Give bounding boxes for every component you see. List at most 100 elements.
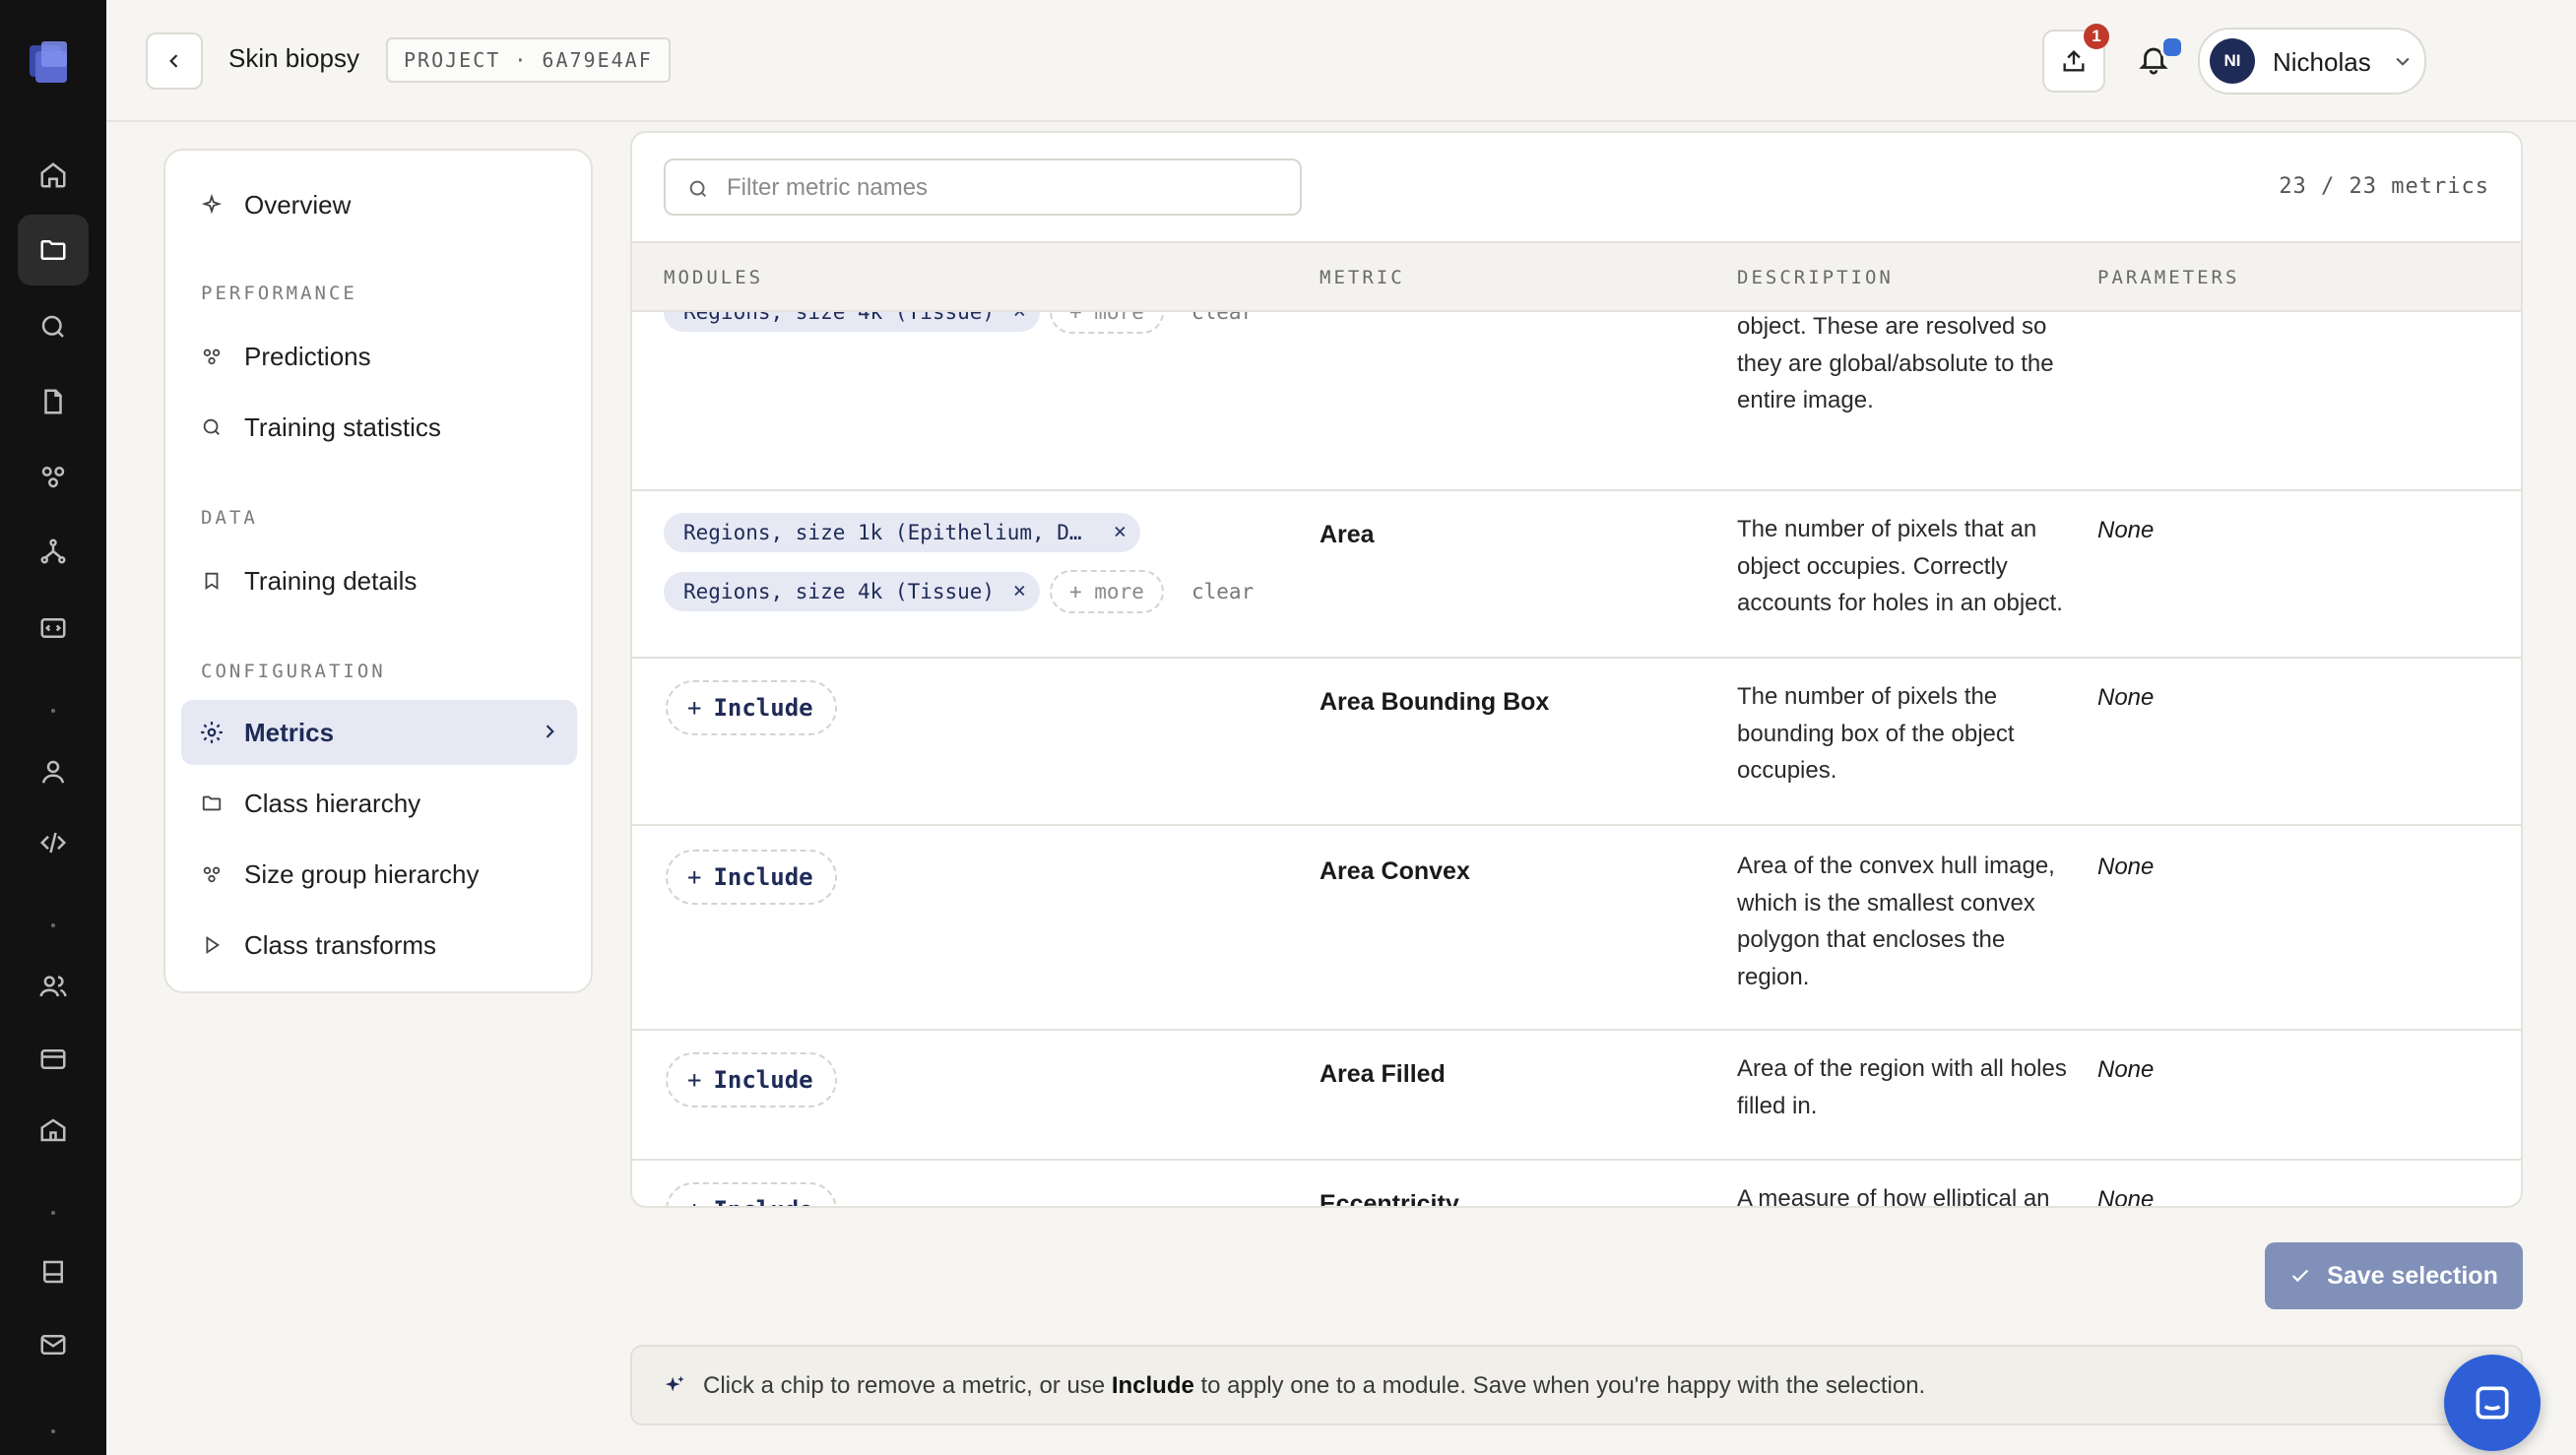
share-nodes-icon[interactable] [18,441,89,512]
bank-icon[interactable] [18,1095,89,1166]
user-menu[interactable]: NI Nicholas [2198,28,2426,95]
share-nodes-icon [199,863,225,885]
app-logo[interactable] [26,37,77,89]
nav-item-label: Size group hierarchy [244,858,480,889]
nav-item-predictions[interactable]: Predictions [181,324,577,389]
home-icon[interactable] [18,140,89,211]
chevron-down-icon [2393,51,2413,71]
metric-description: A measure of how elliptical an object is… [1737,1185,2050,1208]
code-icon[interactable] [18,807,89,878]
rail-divider [51,1429,55,1433]
nav-item-training-details[interactable]: Training details [181,548,577,613]
column-header-parameters[interactable]: PARAMETERS [2097,267,2239,288]
hint-text: Click a chip to remove a metric, or use … [703,1372,1926,1399]
gear-icon [199,720,225,745]
metric-description: Area of the region with all holes filled… [1737,1055,2067,1119]
clear-button[interactable]: clear [1191,580,1254,603]
metric-description: The number of pixels the bounding box of… [1737,683,2015,784]
filter-input[interactable] [725,166,1280,210]
table-row: + Include Area Filled Area of the region … [632,1029,2521,1161]
more-chips-button[interactable]: + more [1050,570,1164,613]
share-nodes-icon [199,346,225,367]
include-button[interactable]: +Include [666,1052,837,1107]
play-icon [199,934,225,956]
table-row: +Include Eccentricity A measure of how e… [632,1159,2521,1208]
metric-parameters: None [2097,1056,2155,1083]
project-id-badge: PROJECT · 6A79E4AF [386,37,671,83]
column-header-description[interactable]: DESCRIPTION [1737,267,1894,288]
upload-icon [2063,50,2085,72]
module-chip[interactable]: Regions, size 1k (Epithelium, D… × [664,513,1140,552]
nav-item-label: Metrics [244,717,335,747]
folder-icon[interactable] [18,215,89,285]
nav-section-configuration: CONFIGURATION [201,661,386,682]
search-icon[interactable] [18,291,89,362]
search-icon [689,180,707,198]
chat-icon [2476,1386,2509,1420]
include-button[interactable]: +Include [666,1182,837,1206]
close-icon[interactable]: × [1013,312,1026,332]
module-chip[interactable]: Regions, size 4k (Tissue) × [664,572,1040,611]
check-icon [2291,1269,2309,1283]
metric-description: The number of pixels that an object occu… [1737,516,2063,616]
close-icon[interactable]: × [1114,513,1127,552]
person-icon[interactable] [18,736,89,807]
save-selection-button[interactable]: Save selection [2265,1242,2523,1309]
project-title: Skin biopsy [228,43,359,73]
include-button[interactable]: +Include [666,680,837,735]
rail-divider [51,1211,55,1215]
metric-parameters: None [2097,684,2155,711]
module-chip[interactable]: Regions, size 4k (Tissue) × [664,312,1040,332]
chevron-left-icon [169,54,178,68]
metric-parameters: None [2097,517,2155,543]
nav-item-training-statistics[interactable]: Training statistics [181,395,577,460]
metrics-table-card: 23 / 23 metrics MODULES METRIC DESCRIPTI… [630,131,2523,1208]
nav-item-class-transforms[interactable]: Class transforms [181,913,577,978]
close-icon[interactable]: × [1013,572,1026,611]
folder-icon [199,792,225,814]
avatar: NI [2210,38,2255,84]
metric-name: Eccentricity [1320,1190,1459,1208]
nav-item-size-group-hierarchy[interactable]: Size group hierarchy [181,842,577,907]
nav-item-label: Predictions [244,341,371,371]
code-window-icon[interactable] [18,593,89,664]
nav-section-data: DATA [201,507,258,529]
chat-launcher-button[interactable] [2444,1355,2541,1451]
nav-item-metrics[interactable]: Metrics [181,700,577,765]
sparkle-icon [199,194,225,216]
table-body[interactable]: Regions, size 4k (Tissue) × + more clear… [632,312,2521,1208]
more-chips-button[interactable]: + more [1050,312,1164,334]
chevron-right-icon [540,722,559,741]
metric-name: Area [1320,521,1375,548]
column-header-modules[interactable]: MODULES [664,267,763,288]
table-row: Regions, size 4k (Tissue) × + more clear… [632,312,2521,491]
mail-icon[interactable] [18,1309,89,1380]
book-icon[interactable] [18,1236,89,1307]
metric-description: Area of the convex hull image, which is … [1737,853,2055,990]
hint-bar: Click a chip to remove a metric, or use … [630,1345,2523,1425]
settings-nav: Overview PERFORMANCE Predictions Trainin… [163,149,593,993]
credit-card-icon[interactable] [18,1024,89,1095]
user-name: Nicholas [2273,47,2371,77]
include-button[interactable]: +Include [666,850,837,905]
nav-item-overview[interactable]: Overview [181,172,577,237]
metric-name: Area Bounding Box [1320,688,1550,716]
search-icon [199,416,225,438]
network-icon[interactable] [18,516,89,587]
users-icon[interactable] [18,951,89,1022]
column-header-metric[interactable]: METRIC [1320,267,1405,288]
nav-item-label: Training statistics [244,411,441,442]
table-header: MODULES METRIC DESCRIPTION PARAMETERS [632,241,2521,312]
table-row: + Include Area Convex Area of the convex … [632,824,2521,1031]
save-label: Save selection [2327,1261,2498,1290]
nav-section-performance: PERFORMANCE [201,283,357,304]
metric-filter [664,158,1302,216]
nav-item-label: Class hierarchy [244,788,421,818]
clear-button[interactable]: clear [1191,312,1254,324]
nav-item-class-hierarchy[interactable]: Class hierarchy [181,771,577,836]
metric-parameters: None [2097,854,2155,880]
metric-name: Area Convex [1320,857,1470,885]
metric-parameters: None [2097,1186,2155,1208]
back-button[interactable] [146,32,203,90]
file-icon[interactable] [18,366,89,437]
